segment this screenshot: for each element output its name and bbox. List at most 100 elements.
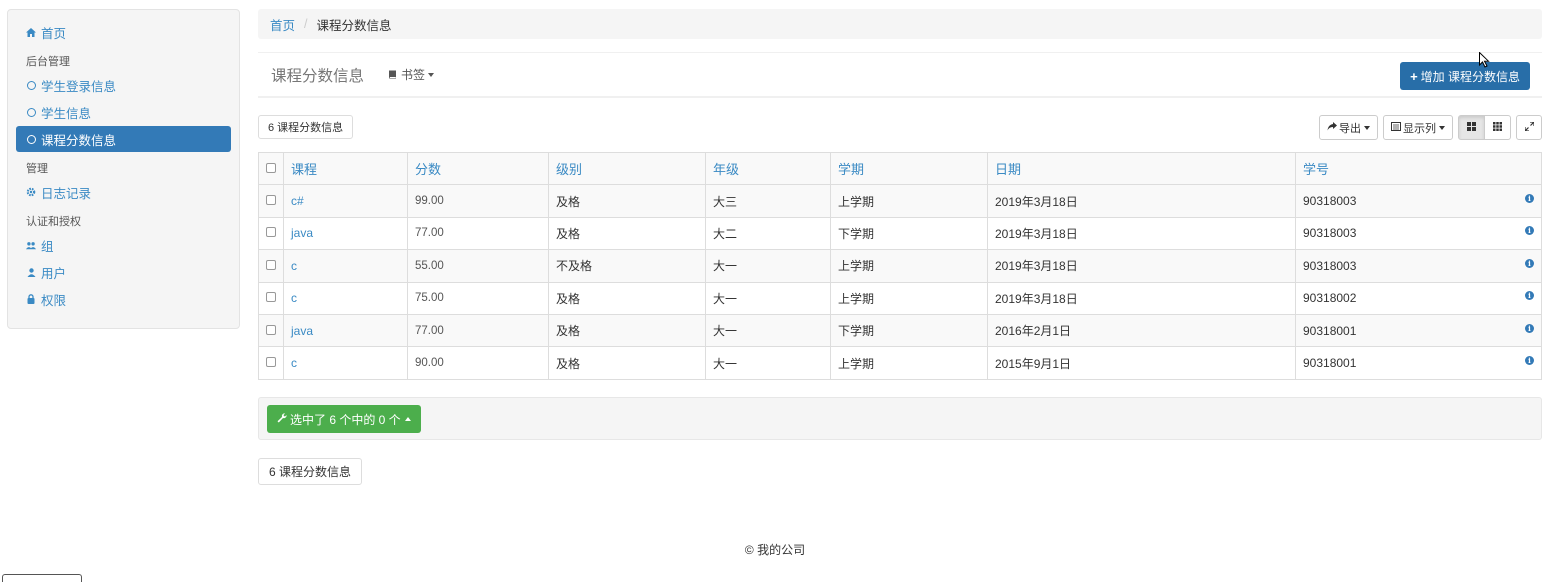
result-count-bottom: 6 课程分数信息 — [258, 458, 363, 485]
cell-date: 2015年9月1日 — [987, 346, 1296, 380]
info-icon[interactable]: i — [1525, 356, 1534, 366]
export-label: 导出 — [1339, 122, 1361, 135]
cell-course[interactable]: c — [283, 249, 408, 283]
sidebar-item-course-score[interactable]: 课程分数信息 — [16, 126, 231, 152]
cell-score: 99.00 — [407, 184, 549, 218]
sidebar-item-label: 组 — [41, 239, 54, 254]
cell-date: 2019年3月18日 — [987, 184, 1296, 218]
th-icon — [1493, 121, 1502, 134]
lock-icon — [26, 294, 36, 304]
info-icon[interactable]: i — [1525, 258, 1534, 268]
info-icon[interactable]: i — [1525, 323, 1534, 333]
row-checkbox[interactable] — [266, 324, 276, 335]
cell-level: 及格 — [548, 184, 706, 218]
row-select-cell — [258, 184, 284, 218]
row-checkbox[interactable] — [266, 259, 276, 270]
cell-student-id-container: 90318002 i — [1295, 281, 1542, 315]
share-icon — [1327, 121, 1337, 134]
cell-semester: 上学期 — [830, 281, 988, 315]
cell-course[interactable]: c — [283, 346, 408, 380]
info-icon[interactable]: i — [1525, 194, 1534, 204]
batch-action-label: 选中了 6 个中的 0 个 — [290, 412, 401, 427]
export-button[interactable]: 导出 — [1319, 115, 1378, 140]
fullscreen-button[interactable] — [1516, 115, 1542, 140]
column-header-date[interactable]: 日期 — [987, 151, 1296, 186]
select-all-cell — [258, 151, 284, 186]
cell-level: 及格 — [548, 216, 706, 251]
column-header-score[interactable]: 分数 — [407, 151, 549, 186]
breadcrumb-home-link[interactable]: 首页 — [270, 15, 295, 34]
cell-grade: 大一 — [705, 281, 831, 315]
table-row: java 77.00 及格 大二 下学期 2019年3月18日 90318003… — [258, 216, 1542, 251]
sidebar-item-student-info[interactable]: 学生信息 — [16, 99, 231, 125]
add-course-score-button[interactable]: + 增加 课程分数信息 — [1400, 62, 1530, 90]
cell-grade: 大一 — [705, 249, 831, 283]
book-icon — [388, 68, 397, 82]
row-select-cell — [258, 281, 284, 315]
cell-level: 及格 — [548, 313, 706, 348]
column-header-course[interactable]: 课程 — [283, 151, 408, 186]
batch-action-bar: 选中了 6 个中的 0 个 — [258, 397, 1542, 440]
cell-grade: 大一 — [705, 313, 831, 348]
caret-down-icon — [428, 72, 435, 77]
sidebar-item-student-login[interactable]: 学生登录信息 — [16, 72, 231, 98]
sidebar-item-permissions[interactable]: 权限 — [16, 286, 231, 312]
cell-student-id: 90318001 — [1303, 356, 1357, 371]
table-view-button[interactable] — [1458, 115, 1485, 140]
cell-score: 90.00 — [407, 346, 549, 380]
th-large-icon — [1467, 121, 1476, 134]
caret-up-icon — [404, 417, 411, 421]
info-icon[interactable]: i — [1525, 226, 1534, 236]
column-header-level[interactable]: 级别 — [548, 151, 706, 186]
plus-icon: + — [1410, 68, 1418, 84]
cell-course[interactable]: c# — [283, 184, 408, 218]
cell-course[interactable]: java — [283, 216, 408, 251]
cell-score: 77.00 — [407, 216, 549, 251]
cell-student-id: 90318003 — [1303, 226, 1357, 241]
cell-level: 及格 — [548, 281, 706, 315]
cell-course[interactable]: c — [283, 281, 408, 315]
mouse-cursor-icon — [1479, 51, 1490, 71]
columns-button[interactable]: 显示列 — [1383, 115, 1453, 140]
info-icon[interactable]: i — [1525, 291, 1534, 301]
card-view-button[interactable] — [1484, 115, 1511, 140]
batch-action-button[interactable]: 选中了 6 个中的 0 个 — [267, 405, 421, 433]
row-checkbox[interactable] — [266, 292, 276, 303]
cell-level: 不及格 — [548, 249, 706, 283]
cell-grade: 大一 — [705, 346, 831, 380]
column-header-semester[interactable]: 学期 — [830, 151, 988, 186]
sidebar-item-label: 权限 — [41, 293, 67, 308]
columns-label: 显示列 — [1403, 122, 1436, 135]
column-header-grade[interactable]: 年级 — [705, 151, 831, 186]
cell-course[interactable]: java — [283, 313, 408, 348]
user-icon — [26, 267, 36, 277]
bookmark-dropdown[interactable]: 书签 — [388, 66, 435, 83]
row-checkbox[interactable] — [266, 227, 276, 238]
select-all-checkbox[interactable] — [266, 163, 276, 174]
circle-icon — [26, 80, 36, 90]
sidebar-item-home[interactable]: 首页 — [16, 19, 231, 45]
breadcrumb-current: 课程分数信息 — [316, 18, 392, 33]
sidebar-item-label: 课程分数信息 — [41, 133, 117, 148]
row-checkbox[interactable] — [266, 357, 276, 368]
column-header-student-id[interactable]: 学号 — [1295, 151, 1542, 186]
sidebar-item-users[interactable]: 用户 — [16, 259, 231, 285]
cell-grade: 大二 — [705, 216, 831, 251]
add-button-label: 增加 课程分数信息 — [1420, 69, 1520, 84]
sidebar-section-admin: 后台管理 — [26, 56, 70, 68]
row-checkbox[interactable] — [266, 195, 276, 206]
sidebar-item-log[interactable]: 日志记录 — [16, 179, 231, 205]
cell-student-id-container: 90318001 i — [1295, 313, 1542, 348]
table-row: c 75.00 及格 大一 上学期 2019年3月18日 90318002 i — [258, 281, 1542, 315]
cell-semester: 下学期 — [830, 216, 988, 251]
wrench-icon — [277, 412, 287, 426]
breadcrumb-separator: / — [304, 17, 308, 31]
table-header-row: 课程 分数 级别 年级 学期 日期 学号 — [258, 151, 1542, 186]
cell-score: 75.00 — [407, 281, 549, 315]
sidebar-item-groups[interactable]: 组 — [16, 232, 231, 258]
sidebar-section-auth: 认证和授权 — [26, 216, 81, 228]
footer-copyright: © 我的公司 — [744, 543, 806, 557]
corner-watermark — [2, 574, 82, 582]
breadcrumb: 首页 / 课程分数信息 — [258, 9, 1542, 39]
sidebar-section-manage: 管理 — [26, 163, 48, 175]
